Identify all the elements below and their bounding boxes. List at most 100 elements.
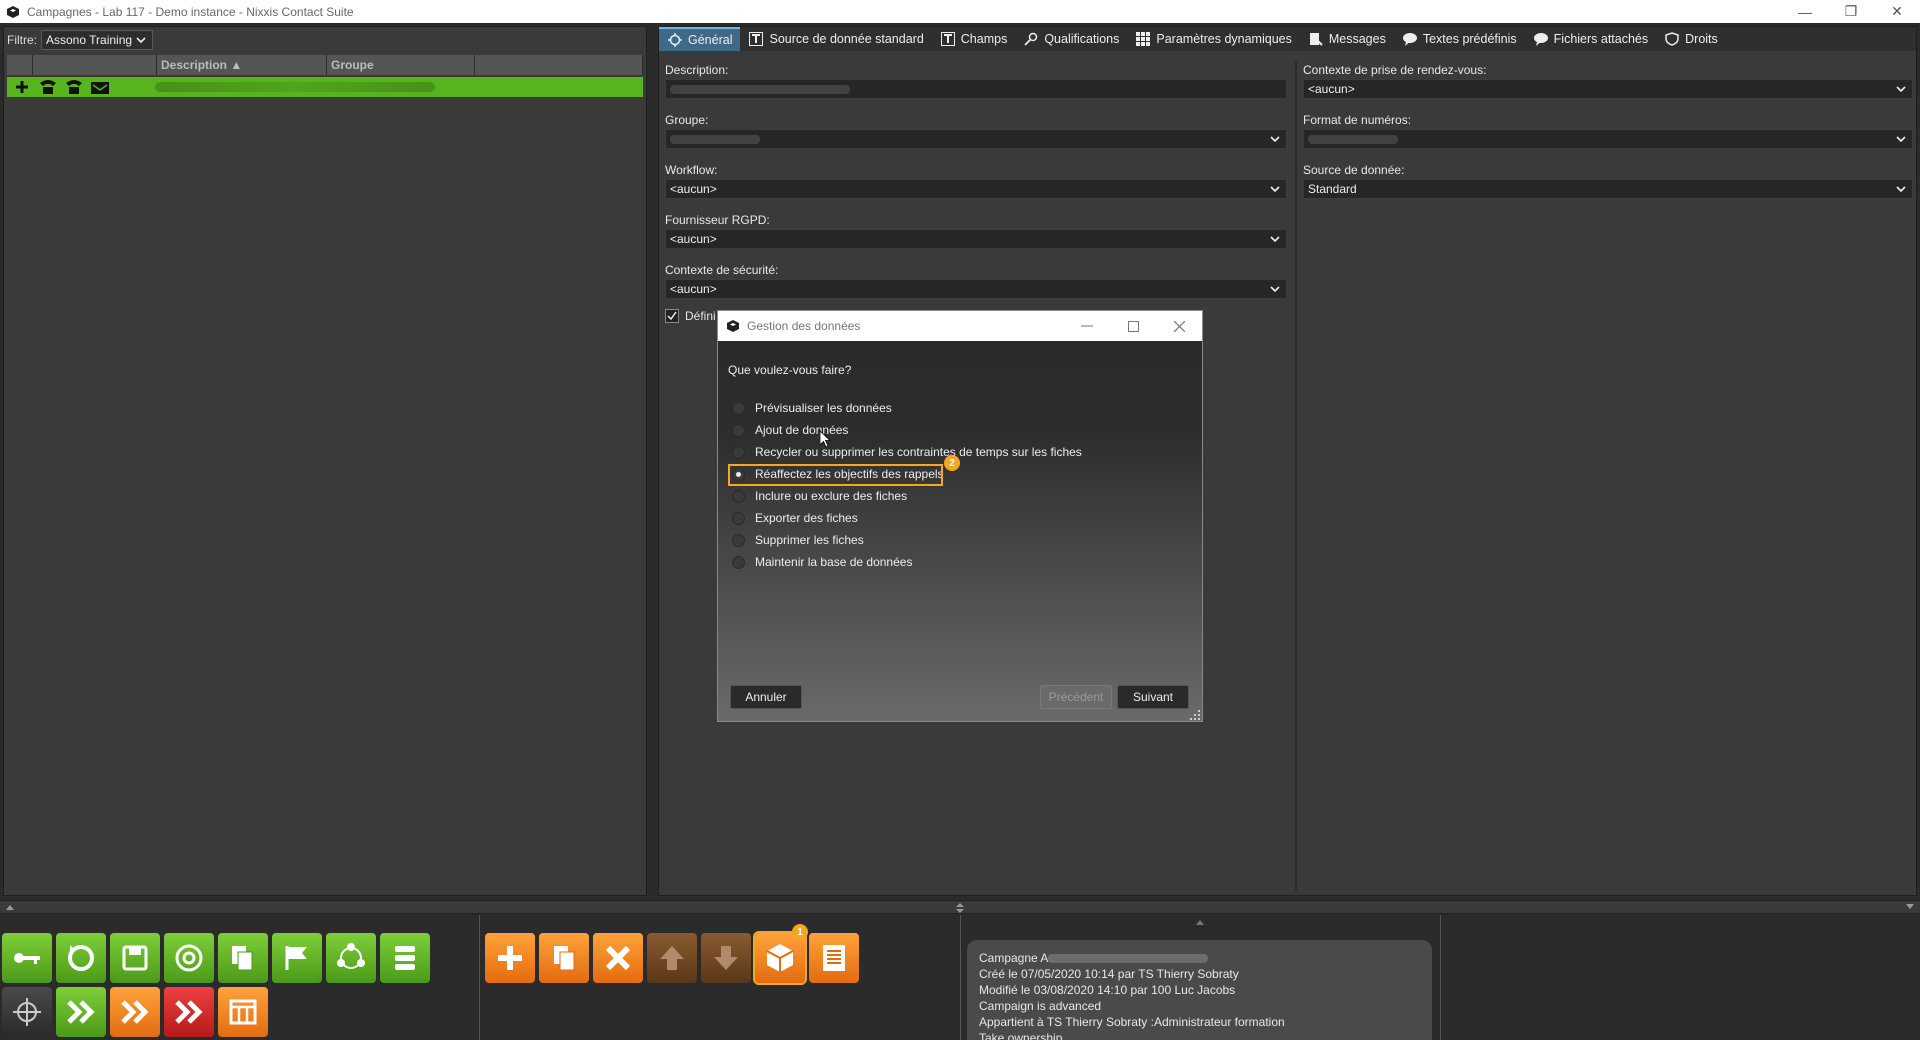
tab-general[interactable]: Général: [659, 27, 741, 51]
move-down-button[interactable]: [701, 933, 751, 983]
arrow-up-icon: [660, 946, 684, 970]
option-reassign-callbacks[interactable]: Réaffectez les objectifs des rappels 2: [728, 455, 1082, 486]
list-button[interactable]: [380, 933, 430, 983]
radio-button[interactable]: [732, 445, 745, 459]
restore-button[interactable]: ❐: [1828, 0, 1874, 23]
tab-messages[interactable]: Messages: [1300, 27, 1394, 51]
redacted-description: [155, 82, 435, 92]
column-header-check[interactable]: [7, 55, 33, 75]
option-recycle[interactable]: Recycler ou supprimer les contraintes de…: [732, 441, 1082, 463]
collapse-up-icon[interactable]: [6, 904, 14, 910]
forward-button[interactable]: [56, 987, 106, 1037]
chevron-down-icon: [1894, 182, 1908, 196]
radio-button-selected[interactable]: [732, 467, 745, 481]
tab-droits[interactable]: Droits: [1656, 27, 1726, 51]
numeros-select[interactable]: [1303, 129, 1913, 149]
data-management-button[interactable]: 1: [753, 924, 808, 985]
rgpd-select[interactable]: <aucun>: [665, 229, 1287, 249]
filter-value: Assono Training: [46, 33, 133, 47]
toolbar-group-main: [2, 933, 432, 1037]
delete-button[interactable]: [593, 933, 643, 983]
groupe-select[interactable]: [665, 129, 1287, 149]
target-button[interactable]: [164, 933, 214, 983]
column-header-extra[interactable]: [475, 55, 643, 75]
dialog-close-button[interactable]: [1156, 311, 1202, 341]
flag-button[interactable]: [272, 933, 322, 983]
filter-label: Filtre:: [7, 33, 37, 47]
rgpd-value: <aucun>: [670, 232, 717, 246]
toolbar-divider: [479, 915, 480, 1040]
horizontal-splitter[interactable]: [0, 900, 1920, 914]
forward-red-button[interactable]: [164, 987, 214, 1037]
rdv-select[interactable]: <aucun>: [1303, 79, 1913, 99]
column-header-icons[interactable]: [33, 55, 157, 75]
chevron-down-icon: [1268, 132, 1282, 146]
option-preview[interactable]: Prévisualiser les données: [732, 397, 1082, 419]
network-button[interactable]: [326, 933, 376, 983]
cancel-button[interactable]: Annuler: [730, 685, 802, 709]
tab-fichiers-attaches[interactable]: Fichiers attachés: [1525, 27, 1656, 51]
collapse-up-icon[interactable]: [1196, 919, 1204, 925]
option-label: Recycler ou supprimer les contraintes de…: [755, 445, 1082, 459]
option-label: Inclure ou exclure des fiches: [755, 489, 908, 503]
arrow-down-icon: [714, 946, 738, 970]
toolbar-group-data: 1: [485, 924, 865, 985]
forward-orange-button[interactable]: [110, 987, 160, 1037]
close-window-button[interactable]: ✕: [1874, 0, 1920, 23]
documents-button[interactable]: [218, 933, 268, 983]
source-select[interactable]: Standard: [1303, 179, 1913, 199]
add-icon[interactable]: [11, 78, 33, 96]
tab-champs[interactable]: Champs: [932, 27, 1016, 51]
filter-select[interactable]: Assono Training: [41, 30, 153, 50]
option-include-exclude[interactable]: Inclure ou exclure des fiches: [732, 485, 1082, 507]
radio-button[interactable]: [732, 555, 745, 569]
radio-button[interactable]: [732, 423, 745, 437]
report-button[interactable]: [809, 933, 859, 983]
campaign-list-panel: Filtre: Assono Training Description ▲ Gr…: [3, 26, 647, 896]
campaign-info-box: Campagne A Créé le 07/05/2020 10:14 par …: [967, 940, 1432, 1040]
workflow-select[interactable]: <aucun>: [665, 179, 1287, 199]
copy-icon: [554, 946, 575, 971]
move-up-button[interactable]: [647, 933, 697, 983]
column-header-description[interactable]: Description ▲: [157, 55, 327, 75]
option-export[interactable]: Exporter des fiches: [732, 507, 1082, 529]
tab-qualifications[interactable]: Qualifications: [1015, 27, 1127, 51]
tab-textes-predefinis[interactable]: Textes prédéfinis: [1394, 27, 1525, 51]
column-header-groupe[interactable]: Groupe: [327, 55, 475, 75]
table-button[interactable]: [218, 987, 268, 1037]
radio-button[interactable]: [732, 489, 745, 503]
definition-checkbox[interactable]: [665, 309, 679, 323]
next-button[interactable]: Suivant: [1117, 685, 1189, 709]
securite-select[interactable]: <aucun>: [665, 279, 1287, 299]
key-button[interactable]: [2, 933, 52, 983]
splitter-grip-icon[interactable]: [956, 903, 964, 913]
tab-label: Droits: [1685, 32, 1718, 46]
table-row[interactable]: [7, 77, 643, 97]
option-add-data[interactable]: Ajout de données: [732, 419, 1082, 441]
take-ownership-link[interactable]: Take ownership: [979, 1030, 1420, 1040]
previous-button[interactable]: Précédent: [1040, 685, 1112, 709]
report-icon: [823, 945, 845, 971]
option-maintain-db[interactable]: Maintenir la base de données: [732, 551, 1082, 573]
redacted-value: [1048, 954, 1209, 964]
toolbar-divider: [1440, 915, 1441, 1040]
minimize-button[interactable]: —: [1782, 0, 1828, 23]
refresh-button[interactable]: [56, 933, 106, 983]
double-chevron-right-icon: [67, 1000, 95, 1024]
collapse-down-icon[interactable]: [1906, 904, 1914, 910]
description-field[interactable]: [665, 79, 1287, 99]
dialog-minimize-button[interactable]: [1064, 311, 1110, 341]
radio-button[interactable]: [732, 401, 745, 415]
crosshair-button[interactable]: [2, 987, 52, 1037]
option-delete[interactable]: Supprimer les fiches: [732, 529, 1082, 551]
radio-button[interactable]: [732, 533, 745, 547]
tab-parametres-dynamiques[interactable]: Paramètres dynamiques: [1127, 27, 1299, 51]
radio-button[interactable]: [732, 511, 745, 525]
save-button[interactable]: [110, 933, 160, 983]
add-button[interactable]: [485, 933, 535, 983]
plus-icon: [498, 946, 522, 970]
resize-grip-icon[interactable]: [1190, 709, 1200, 720]
copy-button[interactable]: [539, 933, 589, 983]
dialog-maximize-button[interactable]: [1110, 311, 1156, 341]
tab-source-standard[interactable]: Source de donnée standard: [740, 27, 931, 51]
